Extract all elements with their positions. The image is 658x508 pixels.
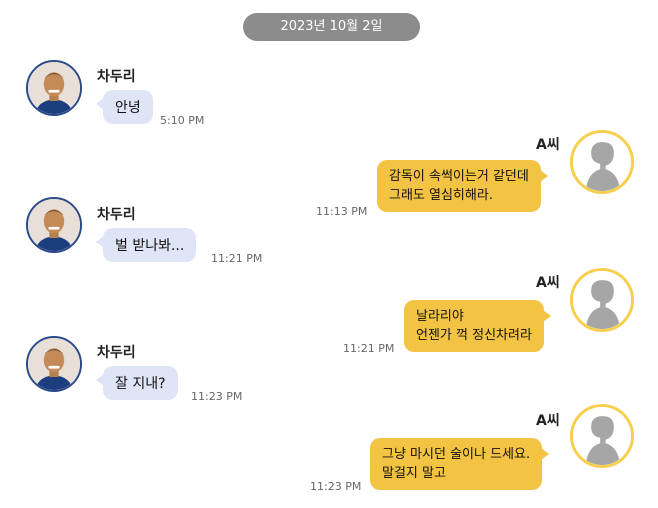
- my-name: A씨: [536, 275, 560, 291]
- incoming-message-bubble[interactable]: 안녕: [96, 90, 153, 124]
- sender-avatar-icon[interactable]: [26, 60, 82, 116]
- message-text-line: 그래도 열심히해라.: [389, 188, 493, 203]
- incoming-message-bubble[interactable]: 잘 지내?: [96, 366, 178, 400]
- message-text-line: 날라리야: [416, 309, 464, 324]
- message-timestamp: 11:21 PM: [211, 252, 263, 265]
- my-name: A씨: [536, 137, 560, 153]
- date-separator: 2023년 10월 2일: [243, 13, 420, 41]
- message-timestamp: 11:13 PM: [316, 205, 368, 218]
- message-text-line: 감독이 속썩이는거 같던데: [389, 169, 529, 184]
- my-avatar-icon[interactable]: [570, 130, 634, 194]
- message-text: 잘 지내?: [115, 376, 166, 392]
- sender-avatar-icon[interactable]: [26, 336, 82, 392]
- sender-name: 차두리: [97, 69, 136, 85]
- sender-name: 차두리: [97, 207, 136, 223]
- sender-name: 차두리: [97, 345, 136, 361]
- message-text: 안녕: [115, 100, 141, 116]
- incoming-message-bubble[interactable]: 벌 받나봐...: [95, 228, 197, 262]
- message-text-line: 그냥 마시던 술이나 드세요.: [382, 447, 531, 462]
- my-avatar-icon[interactable]: [570, 268, 634, 332]
- my-avatar-icon[interactable]: [570, 404, 634, 468]
- message-text-line: 말걸지 말고: [382, 466, 446, 481]
- sender-avatar-icon[interactable]: [26, 197, 82, 253]
- outgoing-message-bubble[interactable]: 감독이 속썩이는거 같던데 그래도 열심히해라.: [377, 160, 548, 212]
- message-timestamp: 11:23 PM: [191, 390, 243, 403]
- outgoing-message-bubble[interactable]: 그냥 마시던 술이나 드세요. 말걸지 말고: [370, 438, 550, 490]
- message-timestamp: 5:10 PM: [160, 114, 205, 127]
- message-text: 벌 받나봐...: [115, 238, 185, 254]
- my-name: A씨: [536, 413, 560, 429]
- message-timestamp: 11:21 PM: [343, 342, 395, 355]
- message-text-line: 언젠가 꺽 정신차려라: [416, 328, 532, 343]
- outgoing-message-bubble[interactable]: 날라리야 언젠가 꺽 정신차려라: [404, 300, 551, 352]
- message-timestamp: 11:23 PM: [310, 480, 362, 493]
